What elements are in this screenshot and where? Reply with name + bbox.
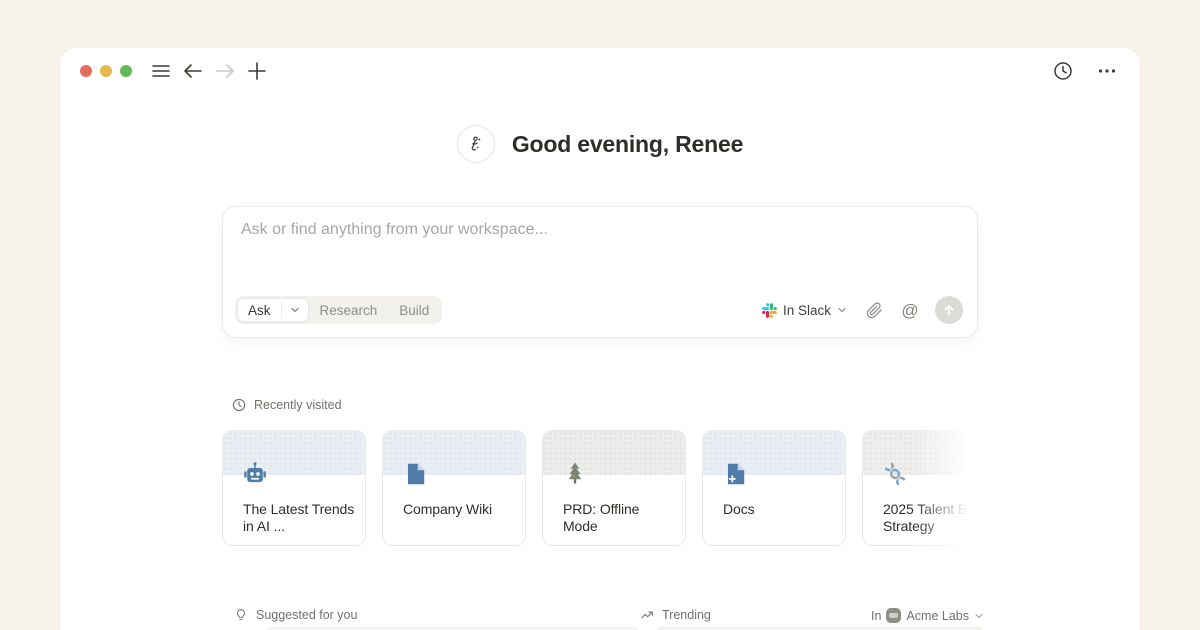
- trending-label: Trending: [662, 608, 711, 622]
- greeting: Good evening, Renee: [222, 124, 978, 164]
- card-title: 2025 Talent Brand Strategy: [883, 501, 978, 535]
- history-button[interactable]: [1050, 58, 1076, 84]
- mention-button[interactable]: @: [897, 297, 923, 323]
- scope-label: In Slack: [783, 303, 831, 318]
- arrow-up-icon: [942, 303, 956, 317]
- back-button[interactable]: [180, 58, 206, 84]
- composer-input[interactable]: [241, 221, 959, 277]
- scope-selector[interactable]: In Slack: [758, 300, 851, 321]
- card-title: PRD: Offline Mode: [563, 501, 675, 535]
- trending-header: Trending: [640, 608, 711, 622]
- arrow-left-icon: [183, 63, 203, 79]
- card-title: Docs: [723, 501, 835, 518]
- app-window: Good evening, Renee Ask Research Build: [60, 48, 1140, 630]
- close-window-button[interactable]: [80, 65, 92, 77]
- slack-icon: [762, 303, 777, 318]
- mode-ask[interactable]: Ask: [237, 298, 309, 322]
- chevron-down-icon: [974, 611, 984, 621]
- minimize-window-button[interactable]: [100, 65, 112, 77]
- ai-face-icon: [457, 125, 495, 163]
- mention-icon: @: [901, 302, 918, 319]
- card-the-latest-trends-in-ai[interactable]: The Latest Trends in AI ...: [222, 430, 366, 546]
- lightbulb-icon: [234, 608, 248, 622]
- zoom-window-button[interactable]: [120, 65, 132, 77]
- chevron-down-icon: [290, 305, 300, 315]
- workspace-name: Acme Labs: [906, 609, 969, 623]
- robot-icon: [242, 461, 268, 487]
- recently-visited-label: Recently visited: [254, 398, 342, 412]
- window-controls: [80, 65, 132, 77]
- workspace-prefix: In: [871, 609, 881, 623]
- card-title: Company Wiki: [403, 501, 515, 518]
- chevron-down-icon: [837, 305, 847, 315]
- send-button[interactable]: [935, 296, 963, 324]
- card-title: The Latest Trends in AI ...: [243, 501, 355, 535]
- suggested-for-you-label: Suggested for you: [256, 608, 357, 622]
- attach-file-button[interactable]: [861, 297, 887, 323]
- trending-up-icon: [640, 608, 654, 622]
- paperclip-icon: [866, 302, 883, 319]
- card-company-wiki[interactable]: Company Wiki: [382, 430, 526, 546]
- ask-composer: Ask Research Build: [222, 206, 978, 338]
- hamburger-icon: [152, 64, 170, 78]
- mode-switcher: Ask Research Build: [235, 296, 442, 324]
- card-2025-talent-brand-strategy[interactable]: 2025 Talent Brand Strategy: [862, 430, 978, 546]
- mode-dropdown-button[interactable]: [282, 305, 308, 315]
- suggested-for-you-header: Suggested for you: [234, 608, 357, 622]
- workspace-logo-icon: [886, 608, 901, 623]
- evergreen-tree-icon: [562, 461, 588, 487]
- card-header: [863, 431, 978, 475]
- recently-visited-cards: The Latest Trends in AI ... Company Wiki: [222, 430, 978, 548]
- greeting-text: Good evening, Renee: [512, 131, 743, 158]
- card-prd-offline-mode[interactable]: PRD: Offline Mode: [542, 430, 686, 546]
- more-options-button[interactable]: [1094, 58, 1120, 84]
- workspace-selector[interactable]: In Acme Labs: [871, 608, 984, 623]
- mode-ask-label[interactable]: Ask: [238, 303, 281, 318]
- mode-research[interactable]: Research: [309, 303, 389, 318]
- mode-build[interactable]: Build: [388, 303, 440, 318]
- recently-visited-header: Recently visited: [232, 398, 342, 412]
- dna-icon: [882, 461, 908, 487]
- document-plus-icon: [722, 461, 748, 487]
- sidebar-toggle-button[interactable]: [148, 58, 174, 84]
- document-icon: [402, 461, 428, 487]
- card-docs[interactable]: Docs: [702, 430, 846, 546]
- clock-icon: [232, 398, 246, 412]
- clock-icon: [1053, 61, 1073, 81]
- footer-sections: Suggested for you Trending In Acme Labs: [222, 608, 978, 626]
- ellipsis-icon: [1097, 61, 1117, 81]
